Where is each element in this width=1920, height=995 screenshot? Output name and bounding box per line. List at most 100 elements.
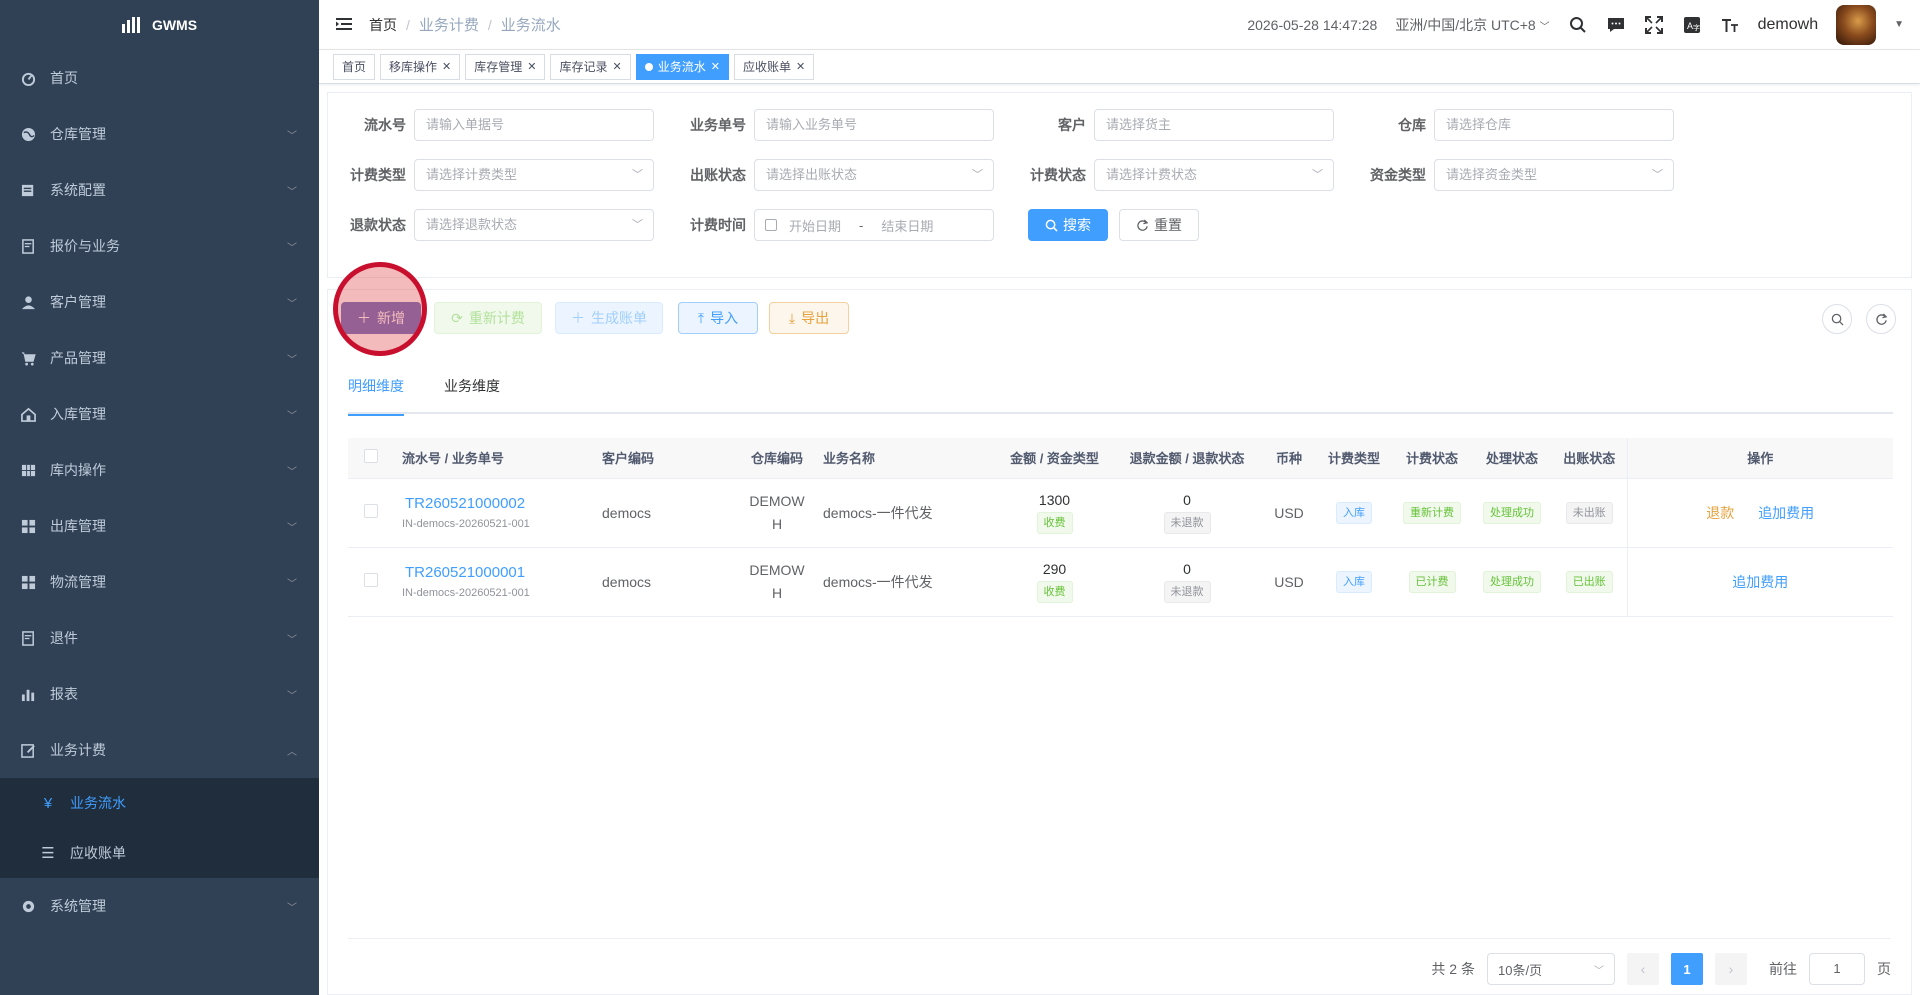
tag-label: 库存记录 (559, 60, 608, 74)
username[interactable]: demowh (1758, 16, 1818, 34)
active-dot-icon (644, 62, 653, 71)
start-date-input[interactable]: 开始日期 (789, 216, 841, 235)
search-button[interactable]: 搜索 (1028, 209, 1108, 241)
billstatus-select[interactable]: 请选择出账状态 ﹀ (754, 159, 994, 191)
breadcrumb-billing[interactable]: 业务计费 (419, 14, 479, 35)
add-fee-link[interactable]: 追加费用 (1758, 505, 1814, 521)
quote-icon (20, 238, 36, 254)
serial-link[interactable]: TR260521000001 (402, 564, 586, 581)
tab-detail[interactable]: 明细维度 (348, 372, 404, 416)
caret-down-icon[interactable]: ▼ (1894, 19, 1904, 30)
close-icon[interactable]: ✕ (613, 60, 622, 73)
close-icon[interactable]: ✕ (711, 60, 720, 73)
sidebar-item-config[interactable]: 系统配置 ﹀ (0, 162, 319, 218)
chevron-down-icon: ﹀ (287, 242, 297, 254)
sidebar-item-product[interactable]: 产品管理 ﹀ (0, 330, 319, 386)
refund-select[interactable]: 请选择退款状态 ﹀ (414, 209, 654, 241)
sidebar-item-returns[interactable]: 退件 ﹀ (0, 610, 319, 666)
end-date-input[interactable]: 结束日期 (881, 216, 933, 235)
ops-cell: 追加费用 (1626, 547, 1893, 617)
breadcrumb-home[interactable]: 首页 (369, 15, 397, 35)
tag-home[interactable]: 首页 (333, 53, 376, 80)
sidebar-item-label: 客户管理 (50, 294, 106, 310)
generate-bill-button[interactable]: ＋ 生成账单 (555, 302, 663, 334)
page-number-current[interactable]: 1 (1671, 953, 1703, 985)
date-range-picker[interactable]: 开始日期 - 结束日期 (754, 209, 994, 241)
reset-button[interactable]: 重置 (1119, 209, 1199, 241)
sidebar-item-home[interactable]: 首页 (0, 50, 319, 106)
row-checkbox[interactable] (364, 573, 378, 587)
sidebar-item-billing[interactable]: 业务计费 ︿ (0, 722, 319, 778)
tab-business[interactable]: 业务维度 (444, 372, 500, 414)
tag-business-flow[interactable]: 业务流水 ✕ (635, 53, 729, 80)
add-fee-link[interactable]: 追加费用 (1732, 574, 1788, 590)
sidebar-item-inventory[interactable]: 库内操作 ﹀ (0, 442, 319, 498)
add-button[interactable]: ＋ 新增 (341, 302, 421, 334)
search-icon[interactable] (1568, 15, 1588, 35)
search-form: 流水号 请输入单据号 业务单号 请输入业务单号 客户 请选择货主 仓库 请选择仓… (327, 92, 1912, 278)
page-size-select[interactable]: 10条/页 ﹀ (1487, 953, 1615, 985)
col-refund: 退款金额 / 退款状态 (1112, 438, 1262, 479)
currency-cell: USD (1262, 547, 1316, 617)
fee-type-tag: 入库 (1336, 501, 1372, 524)
tag-receivables[interactable]: 应收账单 ✕ (733, 53, 815, 80)
billstatus-label: 出账状态 (690, 167, 746, 183)
sidebar-item-customer[interactable]: 客户管理 ﹀ (0, 274, 319, 330)
close-icon[interactable]: ✕ (442, 60, 451, 73)
sidebar-item-outbound[interactable]: 出库管理 ﹀ (0, 498, 319, 554)
next-page-button[interactable]: › (1715, 953, 1747, 985)
sidebar-item-system[interactable]: 系统管理 ﹀ (0, 878, 319, 934)
download-icon: ⤓ (788, 309, 796, 326)
bizno-label: 业务单号 (690, 117, 746, 133)
goto-page-input[interactable]: 1 (1809, 953, 1865, 985)
sidebar-item-business-flow[interactable]: ¥ 业务流水 (0, 778, 319, 828)
tag-stock-record[interactable]: 库存记录 ✕ (550, 53, 631, 80)
font-size-icon[interactable] (1720, 15, 1740, 35)
process-cell: 处理成功 (1472, 478, 1552, 548)
sidebar-item-inbound[interactable]: 入库管理 ﹀ (0, 386, 319, 442)
toggle-search-button[interactable] (1822, 304, 1852, 334)
tag-stock[interactable]: 库存管理 ✕ (465, 53, 546, 80)
sidebar-item-label: 首页 (50, 70, 78, 86)
chevron-down-icon: ﹀ (972, 169, 983, 181)
sidebar-item-reports[interactable]: 报表 ﹀ (0, 666, 319, 722)
tag-move[interactable]: 移库操作 ✕ (380, 53, 461, 80)
close-icon[interactable]: ✕ (796, 60, 805, 73)
fundtype-select[interactable]: 请选择资金类型 ﹀ (1434, 159, 1674, 191)
app-logo[interactable]: GWMS (0, 0, 319, 50)
select-all-checkbox[interactable] (364, 449, 378, 464)
sidebar-item-quote[interactable]: 报价与业务 ﹀ (0, 218, 319, 274)
feestatus-select[interactable]: 请选择计费状态 ﹀ (1094, 159, 1334, 191)
message-icon[interactable] (1606, 15, 1626, 35)
feetype-select[interactable]: 请选择计费类型 ﹀ (414, 159, 654, 191)
avatar[interactable] (1836, 4, 1877, 45)
customer-select[interactable]: 请选择货主 (1094, 109, 1334, 141)
time-label: 计费时间 (690, 217, 746, 233)
sidebar-item-warehouse[interactable]: 仓库管理 ﹀ (0, 106, 319, 162)
hamburger-icon[interactable] (335, 15, 355, 35)
chevron-down-icon: ﹀ (1312, 169, 1323, 181)
sidebar-item-receivables[interactable]: ☰ 应收账单 (0, 828, 319, 878)
fullscreen-icon[interactable] (1644, 15, 1664, 35)
recalculate-button[interactable]: ⟳ 重新计费 (434, 302, 542, 334)
breadcrumb-current: 业务流水 (500, 17, 561, 34)
refund-link[interactable]: 退款 (1706, 505, 1734, 521)
ops-cell: 退款 追加费用 (1626, 478, 1893, 548)
close-icon[interactable]: ✕ (527, 60, 536, 73)
export-button-label: 导出 (801, 310, 830, 326)
sidebar-item-label: 应收账单 (70, 845, 126, 861)
serial-link[interactable]: TR260521000002 (402, 495, 586, 512)
timezone-select[interactable]: 亚洲/中国/北京 UTC+8 ﹀ (1395, 15, 1549, 35)
import-button[interactable]: ⤒ 导入 (678, 302, 758, 334)
sidebar-item-logistics[interactable]: 物流管理 ﹀ (0, 554, 319, 610)
warehouse-select[interactable]: 请选择仓库 (1434, 109, 1674, 141)
bizno-input[interactable]: 请输入业务单号 (754, 109, 994, 141)
refresh-button[interactable] (1866, 304, 1896, 334)
prev-page-button[interactable]: ‹ (1627, 953, 1659, 985)
translate-icon[interactable]: A字 (1682, 15, 1702, 35)
row-checkbox[interactable] (364, 504, 378, 518)
page-size-value: 10条/页 (1498, 962, 1543, 978)
export-button[interactable]: ⤓ 导出 (769, 302, 849, 334)
tag-label: 应收账单 (742, 60, 791, 74)
serial-input[interactable]: 请输入单据号 (414, 109, 654, 141)
